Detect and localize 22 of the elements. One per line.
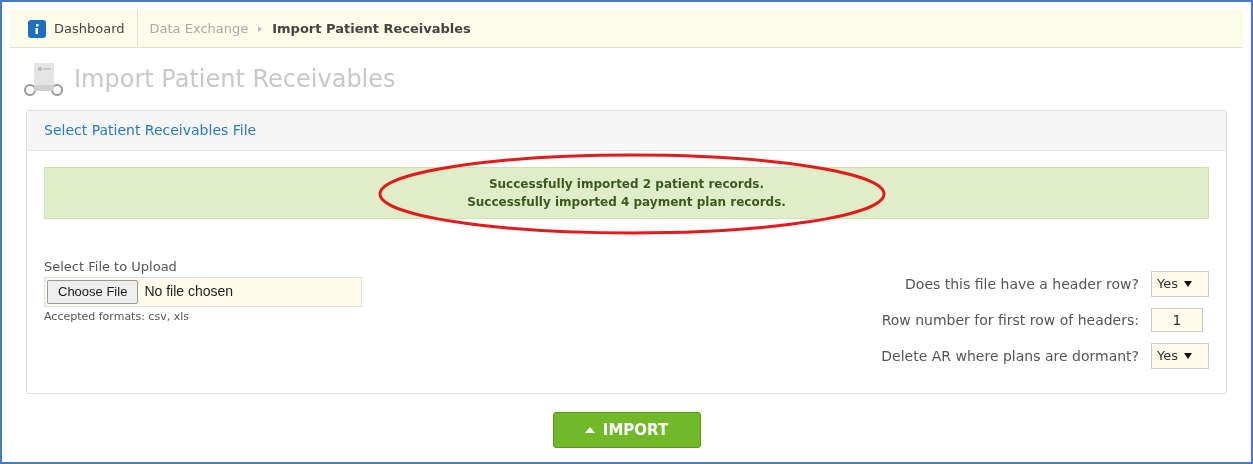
success-message: Successfully imported 2 patient records. bbox=[488, 176, 765, 193]
option-label: Does this file have a header row? bbox=[905, 274, 1139, 294]
select-field[interactable]: Yes bbox=[1151, 343, 1209, 369]
select-field[interactable]: Yes bbox=[1151, 271, 1209, 297]
receivables-icon bbox=[24, 61, 64, 97]
panel-title: Select Patient Receivables File bbox=[44, 121, 257, 140]
file-status: No file chosen bbox=[144, 282, 234, 301]
caret-icon bbox=[1184, 281, 1192, 287]
info-icon bbox=[28, 19, 46, 38]
caret-icon bbox=[1184, 353, 1192, 359]
choose-file-button[interactable]: Choose File bbox=[47, 279, 139, 304]
file-field[interactable]: Choose File No file chosen bbox=[44, 276, 362, 307]
option-label: Row number for first row of headers: bbox=[881, 310, 1139, 330]
breadcrumb-current: Import Patient Receivables bbox=[272, 19, 471, 38]
triangle-up-icon bbox=[584, 427, 595, 433]
breadcrumb-link[interactable]: Dashboard bbox=[54, 18, 125, 39]
option-label: Delete AR where plans are dormant? bbox=[881, 346, 1139, 366]
input-field[interactable]: 1 bbox=[1151, 308, 1203, 332]
chevron-icon bbox=[258, 25, 263, 32]
success-message: Successfully imported 4 payment plan records. bbox=[467, 194, 786, 211]
upload-hint: Accepted formats: csv, xls bbox=[44, 308, 190, 325]
upload-label: Select File to Upload bbox=[44, 258, 178, 276]
